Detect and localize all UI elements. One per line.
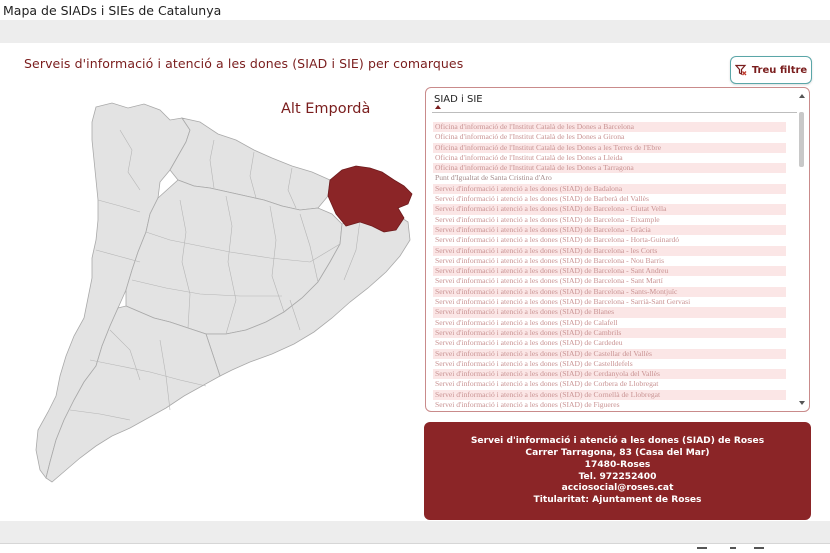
service-postal: 17480-Roses xyxy=(584,459,651,470)
list-item[interactable]: Servei d'informació i atenció a les done… xyxy=(433,327,786,339)
clear-filter-button[interactable]: Treu filtre xyxy=(730,56,812,84)
service-email: acciosocial@roses.cat xyxy=(561,483,674,494)
list-item[interactable]: Servei d'informació i atenció a les done… xyxy=(433,338,786,348)
sort-ascending-icon[interactable] xyxy=(435,105,441,109)
service-owner: Titularitat: Ajuntament de Roses xyxy=(533,494,702,505)
list-item[interactable]: Servei d'informació i atenció a les done… xyxy=(433,266,786,277)
list-item[interactable]: Oficina d'informació de l'Institut Catal… xyxy=(433,163,786,174)
list-header[interactable]: SIAD i SIE xyxy=(434,94,483,105)
list-item[interactable]: Servei d'informació i atenció a les done… xyxy=(433,194,786,204)
bottom-band xyxy=(0,521,830,543)
list-divider xyxy=(432,112,797,113)
scroll-thumb[interactable] xyxy=(799,112,804,167)
top-band xyxy=(0,20,830,43)
list-item[interactable]: Servei d'informació i atenció a les done… xyxy=(433,256,786,266)
list-item[interactable]: Servei d'informació i atenció a les done… xyxy=(433,348,786,359)
scroll-down-arrow-icon[interactable] xyxy=(799,401,805,405)
window-title: Mapa de SIADs i SIEs de Catalunya xyxy=(0,0,830,20)
list-item[interactable]: Servei d'informació i atenció a les done… xyxy=(433,359,786,369)
list-item[interactable]: Oficina d'informació de l'Institut Catal… xyxy=(433,142,786,153)
scroll-up-arrow-icon[interactable] xyxy=(799,94,805,98)
list-item[interactable]: Servei d'informació i atenció a les done… xyxy=(433,400,786,410)
selected-region-label: Alt Empordà xyxy=(281,101,371,117)
status-icon xyxy=(754,547,764,551)
list-item[interactable]: Servei d'informació i atenció a les done… xyxy=(433,297,786,307)
catalonia-map[interactable]: Alt Empordà xyxy=(0,90,420,520)
filter-clear-icon xyxy=(734,64,747,76)
list-item[interactable]: Servei d'informació i atenció a les done… xyxy=(433,318,786,328)
page-title: Serveis d'informació i atenció a les don… xyxy=(24,56,464,71)
service-address: Carrer Tarragona, 83 (Casa del Mar) xyxy=(525,448,710,459)
list-item[interactable]: Servei d'informació i atenció a les done… xyxy=(433,183,786,195)
services-list-panel[interactable]: SIAD i SIE Oficina d'informació de l'Ins… xyxy=(425,87,810,412)
map-svg[interactable] xyxy=(0,90,420,520)
list-item[interactable]: Servei d'informació i atenció a les done… xyxy=(433,286,786,298)
list-item[interactable]: Servei d'informació i atenció a les done… xyxy=(433,235,786,245)
service-name: Servei d'informació i atenció a les done… xyxy=(470,436,765,447)
status-icon xyxy=(697,547,707,551)
clear-filter-label: Treu filtre xyxy=(751,64,808,76)
list-item[interactable]: Oficina d'informació de l'Institut Catal… xyxy=(433,153,786,163)
services-list[interactable]: Oficina d'informació de l'Institut Catal… xyxy=(433,122,786,410)
list-item[interactable]: Servei d'informació i atenció a les done… xyxy=(433,215,786,225)
list-item[interactable]: Servei d'informació i atenció a les done… xyxy=(433,276,786,286)
list-item[interactable]: Punt d'Igualtat de Santa Cristina d'Aro xyxy=(433,173,786,183)
status-icon xyxy=(730,547,736,551)
status-bar xyxy=(0,543,830,553)
service-detail-card: Servei d'informació i atenció a les done… xyxy=(424,422,811,520)
list-item[interactable]: Servei d'informació i atenció a les done… xyxy=(433,307,786,318)
list-item[interactable]: Servei d'informació i atenció a les done… xyxy=(433,204,786,215)
service-phone: Tel. 972252400 xyxy=(578,471,657,482)
list-item[interactable]: Oficina d'informació de l'Institut Catal… xyxy=(433,132,786,142)
list-item[interactable]: Servei d'informació i atenció a les done… xyxy=(433,245,786,256)
list-item[interactable]: Servei d'informació i atenció a les done… xyxy=(433,379,786,389)
list-item[interactable]: Oficina d'informació de l'Institut Catal… xyxy=(433,122,786,133)
list-item[interactable]: Servei d'informació i atenció a les done… xyxy=(433,389,786,401)
list-item[interactable]: Servei d'informació i atenció a les done… xyxy=(433,224,786,236)
list-item[interactable]: Servei d'informació i atenció a les done… xyxy=(433,369,786,380)
list-scrollbar[interactable] xyxy=(798,92,806,407)
